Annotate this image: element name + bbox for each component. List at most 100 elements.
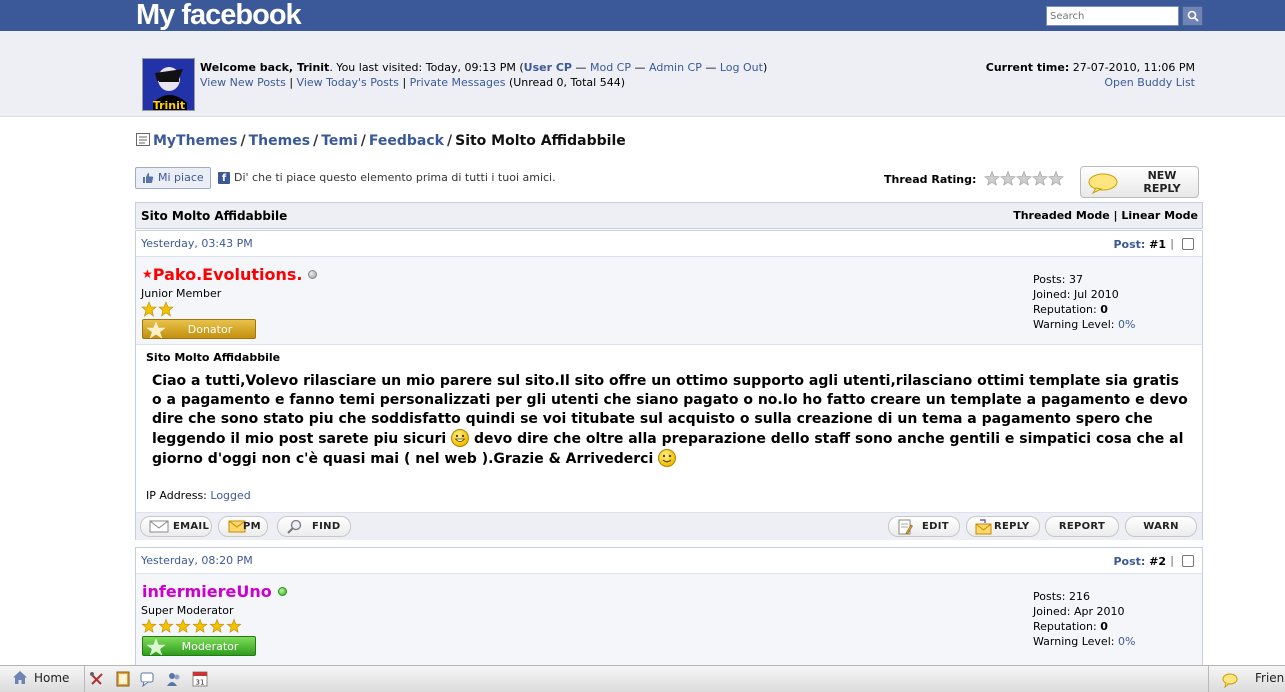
- separator: |: [1109, 209, 1122, 222]
- email-button[interactable]: EMAIL: [140, 516, 212, 537]
- user-stars: [141, 618, 249, 637]
- chat-bubble-icon: [1222, 673, 1238, 688]
- breadcrumb-themes[interactable]: Themes: [249, 133, 310, 149]
- threaded-mode-link[interactable]: Threaded Mode: [1013, 209, 1110, 222]
- rating-star[interactable]: [1048, 170, 1064, 186]
- tools-icon[interactable]: [89, 671, 105, 687]
- separator: |: [1170, 237, 1174, 250]
- report-button[interactable]: REPORT: [1045, 516, 1119, 537]
- user-cp-link[interactable]: User CP: [524, 61, 572, 74]
- calendar-icon[interactable]: 31: [192, 671, 208, 687]
- linear-mode-link[interactable]: Linear Mode: [1121, 209, 1198, 222]
- view-todays-posts-link[interactable]: View Today's Posts: [297, 76, 399, 89]
- separator: —: [701, 61, 720, 74]
- post-message: Ciao a tutti,Volevo rilasciare un mio pa…: [152, 372, 1192, 469]
- post-date: Yesterday, 03:43 PM: [141, 237, 253, 250]
- author-name[interactable]: Pako.Evolutions.: [153, 265, 303, 284]
- rating-star[interactable]: [1032, 170, 1048, 186]
- view-new-posts-link[interactable]: View New Posts: [200, 76, 286, 89]
- log-out-link[interactable]: Log Out: [720, 61, 763, 74]
- offline-status-icon: [308, 270, 318, 279]
- ip-address-row: IP Address: Logged: [146, 489, 251, 502]
- reply-button[interactable]: REPLY: [966, 516, 1040, 537]
- search-icon: [1187, 10, 1199, 22]
- reply-envelope-icon: [975, 519, 992, 535]
- posts-label: Posts:: [1033, 273, 1066, 286]
- separator: |: [285, 76, 297, 89]
- biggrin-smiley-icon: [451, 429, 470, 447]
- reputation-label: Reputation:: [1033, 303, 1097, 316]
- post-number[interactable]: Post: #2: [1113, 555, 1166, 568]
- home-label: Home: [34, 671, 70, 685]
- open-buddy-list-link[interactable]: Open Buddy List: [1104, 76, 1195, 89]
- breadcrumb-mythemes[interactable]: MyThemes: [153, 133, 238, 149]
- online-status-icon: [277, 587, 287, 596]
- breadcrumb: MyThemes / Themes / Temi / Feedback / Sito Molto…: [136, 133, 626, 149]
- friends-chat-link[interactable]: Frien: [1255, 671, 1284, 685]
- welcome-line: Welcome back, Trinit. You last visited: …: [200, 60, 767, 75]
- avatar[interactable]: Trinit: [142, 58, 195, 111]
- post-number[interactable]: Post: #1: [1113, 238, 1166, 251]
- private-messages-link[interactable]: Private Messages: [410, 76, 506, 89]
- mod-cp-link[interactable]: Mod CP: [590, 61, 631, 74]
- facebook-chat-bar: Home 31 Frien: [0, 665, 1285, 692]
- find-button[interactable]: FIND: [277, 516, 351, 537]
- user-info: Posts: 37 Joined: Jul 2010 Reputation: 0…: [1033, 272, 1135, 332]
- ip-label: IP Address:: [146, 489, 207, 502]
- report-label: REPORT: [1058, 521, 1106, 532]
- rating-star[interactable]: [1016, 170, 1032, 186]
- notes-icon[interactable]: [115, 671, 131, 687]
- thread-rating-stars[interactable]: [984, 170, 1066, 191]
- friends-icon[interactable]: [166, 671, 182, 687]
- breadcrumb-sep: /: [240, 133, 246, 149]
- post-author[interactable]: ★Pako.Evolutions.: [142, 265, 318, 284]
- search-button[interactable]: [1182, 6, 1203, 26]
- find-label: FIND: [312, 521, 341, 532]
- current-time-block: Current time: 27-07-2010, 11:06 PM Open …: [986, 60, 1195, 90]
- magnifier-icon: [287, 519, 302, 534]
- separator: —: [631, 61, 649, 74]
- warning-value[interactable]: 0%: [1118, 318, 1135, 331]
- breadcrumb-temi[interactable]: Temi: [321, 133, 358, 149]
- thread-header: Sito Molto Affidabbile Threaded Mode | L…: [135, 202, 1203, 229]
- top-bar: My facebook: [0, 0, 1285, 31]
- user-star: [192, 618, 208, 633]
- current-time-value: 27-07-2010, 11:06 PM: [1069, 61, 1195, 74]
- welcome-prefix: Welcome back,: [200, 61, 297, 74]
- like-button[interactable]: Mi piace: [135, 167, 211, 189]
- post-date: Yesterday, 08:20 PM: [141, 554, 253, 567]
- breadcrumb-feedback[interactable]: Feedback: [369, 133, 444, 149]
- post-date-row: Yesterday, 08:20 PM Post: #2 |: [136, 548, 1202, 574]
- user-title: Super Moderator: [141, 604, 234, 617]
- ip-logged-link[interactable]: Logged: [210, 489, 250, 502]
- post-select-checkbox[interactable]: [1182, 238, 1194, 250]
- search-input[interactable]: [1046, 6, 1179, 26]
- post-select-checkbox[interactable]: [1182, 555, 1194, 567]
- pm-button[interactable]: PM: [218, 516, 268, 537]
- warn-button[interactable]: WARN: [1125, 516, 1197, 537]
- post: Yesterday, 08:20 PM Post: #2 | infermier…: [135, 547, 1203, 665]
- author-name[interactable]: infermiereUno: [142, 582, 272, 601]
- chat-icon[interactable]: [140, 671, 156, 687]
- user-star: [141, 618, 157, 633]
- post-author[interactable]: infermiereUno: [142, 582, 287, 601]
- edit-button[interactable]: EDIT: [888, 516, 960, 537]
- rating-star[interactable]: [1000, 170, 1016, 186]
- new-reply-button[interactable]: NEW REPLY: [1080, 166, 1199, 198]
- admin-cp-link[interactable]: Admin CP: [649, 61, 702, 74]
- avatar-text: Trinit: [153, 99, 185, 111]
- paren: ): [762, 61, 768, 74]
- separator: —: [571, 61, 590, 74]
- username: Trinit: [296, 61, 330, 74]
- site-logo[interactable]: My facebook: [136, 0, 302, 31]
- last-visited: . You last visited: Today, 09:13 PM (: [329, 61, 524, 74]
- home-link[interactable]: Home: [12, 670, 69, 685]
- author-star: ★: [142, 267, 153, 281]
- user-title: Junior Member: [141, 287, 222, 300]
- post-subject: Sito Molto Affidabbile: [146, 351, 281, 364]
- rating-stars-icon[interactable]: [984, 170, 1066, 188]
- warning-value[interactable]: 0%: [1118, 635, 1135, 648]
- pm-label: PM: [243, 521, 261, 532]
- rating-star[interactable]: [984, 170, 1000, 186]
- thumbs-up-icon: [143, 173, 154, 183]
